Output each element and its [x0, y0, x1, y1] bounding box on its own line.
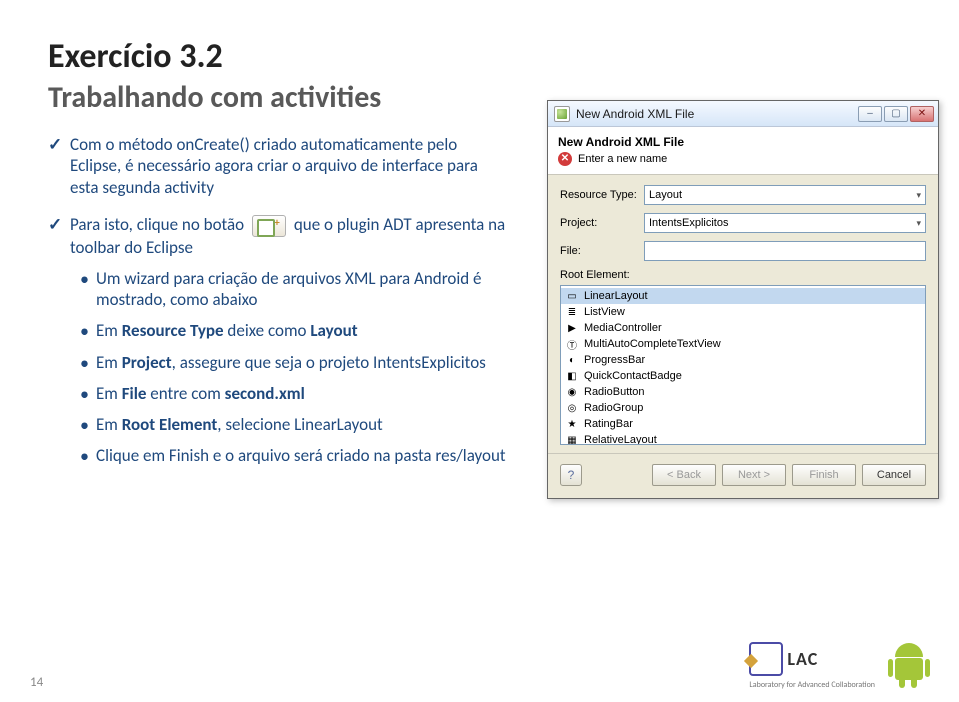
slide-title: Exercício 3.2: [48, 36, 911, 77]
root-element-item[interactable]: ▶ MediaController: [561, 320, 925, 336]
bullet-2-pre: Para isto, clique no botão: [70, 214, 244, 235]
list-item-label: RelativeLayout: [584, 434, 657, 445]
window-close-button[interactable]: ✕: [910, 106, 934, 122]
dialog-banner: New Android XML File ✕ Enter a new name: [548, 127, 938, 175]
new-xml-file-icon: +: [252, 215, 286, 237]
window-maximize-button[interactable]: ▢: [884, 106, 908, 122]
list-item-icon: ▶: [565, 321, 579, 335]
window-minimize-button[interactable]: –: [858, 106, 882, 122]
page-number: 14: [30, 675, 43, 690]
finish-button[interactable]: Finish: [792, 464, 856, 486]
error-icon: ✕: [558, 152, 572, 166]
sub-bullet: Em Root Element, selecione LinearLayout: [96, 414, 508, 435]
lac-logo: LAC Laboratory for Advanced Collaboratio…: [749, 642, 875, 690]
sub-bullet: Em Resource Type deixe como Layout: [96, 320, 508, 341]
slide-content: Com o método onCreate() criado automatic…: [48, 134, 508, 467]
new-android-xml-dialog: New Android XML File – ▢ ✕ New Android X…: [547, 100, 939, 499]
list-item-icon: ◧: [565, 369, 579, 383]
sub-bullet: Um wizard para criação de arquivos XML p…: [96, 268, 508, 311]
root-element-item[interactable]: ≣ ListView: [561, 304, 925, 320]
lac-logo-text: LAC: [787, 648, 818, 670]
root-element-item[interactable]: Ⓣ MultiAutoCompleteTextView: [561, 336, 925, 352]
root-element-item[interactable]: ◐ ProgressBar: [561, 352, 925, 368]
list-item-icon: ▦: [565, 433, 579, 445]
list-item-icon: ★: [565, 417, 579, 431]
root-element-item[interactable]: ★ RatingBar: [561, 416, 925, 432]
dialog-error-text: Enter a new name: [578, 153, 667, 165]
dialog-titlebar: New Android XML File – ▢ ✕: [548, 101, 938, 127]
file-label: File:: [560, 245, 644, 257]
list-item-label: ListView: [584, 306, 625, 318]
project-value: IntentsExplicitos: [649, 217, 728, 229]
root-element-item[interactable]: ◉ RadioButton: [561, 384, 925, 400]
next-button[interactable]: Next >: [722, 464, 786, 486]
project-dropdown[interactable]: IntentsExplicitos ▾: [644, 213, 926, 233]
list-item-label: ProgressBar: [584, 354, 645, 366]
project-label: Project:: [560, 217, 644, 229]
sub-bullet: Clique em Finish e o arquivo será criado…: [96, 445, 508, 466]
root-element-item[interactable]: ▭ LinearLayout: [561, 288, 925, 304]
lac-logo-subtitle: Laboratory for Advanced Collaboration: [749, 680, 875, 690]
dialog-window-title: New Android XML File: [576, 107, 858, 121]
root-element-list[interactable]: ▭ LinearLayout ≣ ListView ▶ MediaController Ⓣ M…: [560, 285, 926, 445]
list-item-icon: Ⓣ: [565, 337, 579, 351]
android-icon: [889, 643, 929, 689]
list-item-label: LinearLayout: [584, 290, 648, 302]
bullet-1-text: Com o método onCreate() criado automatic…: [70, 134, 478, 198]
root-element-item[interactable]: ◎ RadioGroup: [561, 400, 925, 416]
resource-type-label: Resource Type:: [560, 189, 644, 201]
chevron-down-icon: ▾: [916, 218, 921, 229]
dialog-title-icon: [554, 106, 570, 122]
bullet-1: Com o método onCreate() criado automatic…: [70, 134, 508, 198]
list-item-icon: ◎: [565, 401, 579, 415]
list-item-icon: ≣: [565, 305, 579, 319]
footer-logos: LAC Laboratory for Advanced Collaboratio…: [749, 642, 929, 690]
resource-type-value: Layout: [649, 189, 682, 201]
list-item-label: MultiAutoCompleteTextView: [584, 338, 721, 350]
resource-type-dropdown[interactable]: Layout ▾: [644, 185, 926, 205]
list-item-label: RatingBar: [584, 418, 633, 430]
list-item-label: RadioGroup: [584, 402, 643, 414]
list-item-icon: ◉: [565, 385, 579, 399]
root-element-item[interactable]: ◧ QuickContactBadge: [561, 368, 925, 384]
list-item-label: RadioButton: [584, 386, 645, 398]
root-element-label: Root Element:: [560, 269, 926, 281]
list-item-label: QuickContactBadge: [584, 370, 682, 382]
sub-bullet: Em File entre com second.xml: [96, 383, 508, 404]
list-item-icon: ▭: [565, 289, 579, 303]
sub-bullet: Em Project, assegure que seja o projeto …: [96, 352, 508, 373]
back-button[interactable]: < Back: [652, 464, 716, 486]
help-button[interactable]: ?: [560, 464, 582, 486]
chevron-down-icon: ▾: [916, 190, 921, 201]
file-input[interactable]: [644, 241, 926, 261]
bullet-2: Para isto, clique no botão + que o plugi…: [70, 214, 508, 467]
root-element-item[interactable]: ▦ RelativeLayout: [561, 432, 925, 445]
dialog-banner-title: New Android XML File: [558, 135, 928, 149]
list-item-label: MediaController: [584, 322, 662, 334]
list-item-icon: ◐: [565, 353, 579, 367]
cancel-button[interactable]: Cancel: [862, 464, 926, 486]
